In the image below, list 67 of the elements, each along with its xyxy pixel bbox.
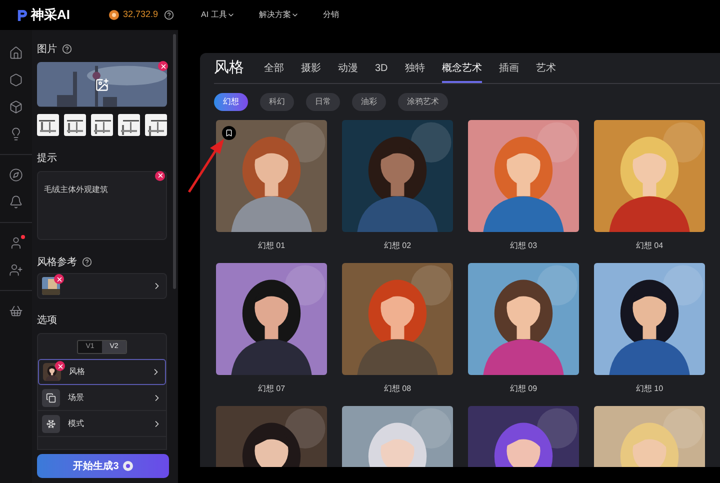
help-icon[interactable] — [62, 44, 72, 54]
user-plus-icon[interactable] — [9, 263, 23, 277]
style-name: 幻想 02 — [384, 240, 412, 252]
credit-balance: 32,732.9 — [123, 8, 158, 22]
snowflake-icon — [42, 414, 60, 433]
section-label: 选项 — [37, 315, 58, 328]
category-tab[interactable]: 动漫 — [338, 61, 358, 83]
cube-icon[interactable] — [9, 100, 23, 114]
scrollbar[interactable] — [173, 34, 176, 289]
remove-icon[interactable] — [54, 274, 64, 284]
category-tab[interactable]: 3D — [375, 61, 388, 83]
caret-icon — [226, 11, 235, 19]
category-tab[interactable]: 艺术 — [536, 61, 556, 83]
filter-chip[interactable]: 油彩 — [352, 93, 386, 111]
help-icon[interactable] — [164, 10, 174, 20]
hexagon-icon[interactable] — [9, 73, 23, 87]
category-tab[interactable]: 全部 — [264, 61, 284, 83]
category-tab[interactable]: 概念艺术 — [442, 61, 482, 83]
add-image-icon[interactable] — [95, 78, 109, 92]
option-row[interactable]: 模式 — [38, 411, 166, 438]
section-label: 风格参考 — [37, 256, 77, 270]
option-label: 场景 — [68, 392, 85, 404]
remove-icon[interactable] — [55, 361, 65, 372]
style-name: 幻想 03 — [510, 240, 538, 252]
nav-menu[interactable]: AI 工具 — [201, 9, 235, 21]
style-name: 幻想 04 — [636, 240, 664, 252]
style-name: 幻想 01 — [258, 240, 286, 252]
option-row[interactable]: 场景 — [38, 385, 166, 412]
section-label: 提示 — [37, 152, 58, 165]
filter-chip[interactable]: 涂鸦艺术 — [398, 93, 448, 111]
style-name: 幻想 08 — [384, 383, 412, 395]
layers-icon — [42, 388, 60, 407]
user-icon[interactable] — [9, 236, 23, 250]
home-icon[interactable] — [9, 46, 23, 60]
dialog-title: 风格 — [214, 58, 244, 78]
option-label: 模式 — [68, 418, 85, 430]
nav-menu[interactable]: 分销 — [322, 9, 339, 21]
filter-chip[interactable]: 科幻 — [260, 93, 294, 111]
category-tab[interactable]: 插画 — [498, 61, 519, 83]
annotation-arrow — [186, 138, 226, 194]
category-tab[interactable]: 摄影 — [301, 61, 321, 83]
category-tab[interactable]: 独特 — [404, 61, 425, 83]
logo-icon — [17, 8, 28, 22]
help-icon[interactable] — [82, 257, 92, 268]
basket-icon[interactable] — [9, 304, 23, 318]
caret-icon — [290, 11, 299, 19]
logo-text: 神采AI — [31, 6, 70, 24]
style-name: 幻想 07 — [258, 383, 286, 395]
style-name: 幻想 09 — [510, 383, 538, 395]
credit-icon — [122, 461, 133, 471]
prompt-text: 毛绒主体外观建筑 — [44, 184, 108, 194]
compass-icon[interactable] — [9, 168, 23, 182]
bell-icon[interactable] — [9, 195, 23, 209]
remove-icon[interactable] — [158, 61, 168, 71]
style-reference-row[interactable] — [37, 273, 167, 300]
style-name: 幻想 10 — [636, 383, 664, 395]
coin-icon — [109, 10, 119, 20]
generate-button[interactable]: 开始生成3 — [37, 454, 169, 478]
filter-chip[interactable]: 幻想 — [214, 93, 248, 111]
option-label: 风格 — [69, 366, 86, 378]
remove-icon[interactable] — [155, 170, 165, 181]
filter-chip[interactable]: 日常 — [306, 93, 340, 111]
prompt-field[interactable]: 毛绒主体外观建筑 — [37, 170, 167, 240]
nav-menu[interactable]: 解决方案 — [258, 9, 299, 21]
lightbulb-icon[interactable] — [9, 127, 23, 141]
option-row[interactable]: 风格 — [38, 359, 166, 386]
section-label: 图片 — [37, 42, 57, 56]
